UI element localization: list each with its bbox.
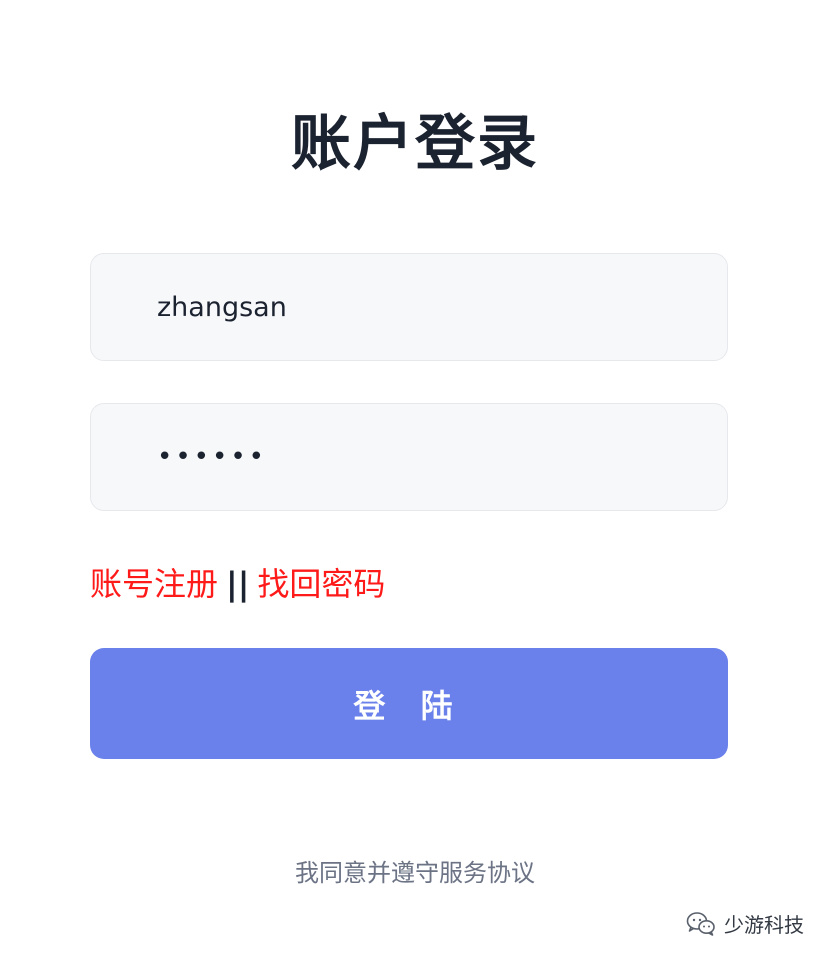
watermark: 少游科技	[686, 909, 804, 938]
password-input[interactable]	[91, 404, 727, 510]
link-separator: ||	[226, 565, 250, 603]
login-page: 账户登录 账号注册||找回密码 登 陆 我同意并遵守服务协议 少游科技	[0, 0, 830, 960]
register-link[interactable]: 账号注册	[90, 565, 218, 603]
forgot-password-link[interactable]: 找回密码	[257, 565, 385, 603]
page-title: 账户登录	[291, 109, 539, 179]
watermark-text: 少游科技	[724, 913, 804, 937]
password-field-container	[90, 403, 728, 511]
username-field-container	[90, 253, 728, 361]
auth-links: 账号注册 || 找回密码	[90, 562, 385, 606]
login-button[interactable]: 登 陆	[90, 648, 728, 759]
service-agreement-link[interactable]: 我同意并遵守服务协议	[0, 856, 830, 890]
wechat-icon	[686, 911, 716, 937]
username-input[interactable]	[91, 254, 727, 360]
